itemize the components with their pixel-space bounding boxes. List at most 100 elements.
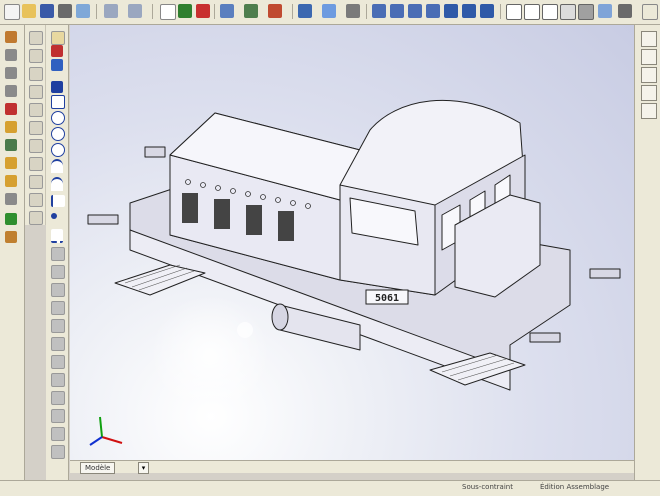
fillet-icon[interactable] [29,139,43,153]
circular-pattern-icon[interactable] [51,373,65,387]
mirror-sketch-icon[interactable] [51,337,65,351]
file-explorer-icon[interactable] [641,67,657,83]
sketch-text-icon[interactable] [51,445,65,459]
move-entities-icon[interactable] [51,391,65,405]
loft-icon[interactable] [29,103,43,117]
sketch-ellipse-icon[interactable] [51,127,65,141]
hidden-lines-removed-icon[interactable] [542,4,558,20]
measure-icon[interactable] [346,4,360,18]
reference-geometry-icon[interactable] [5,213,17,225]
perspective-icon[interactable] [618,4,632,18]
standard-views-icon[interactable] [322,4,336,18]
rotate-icon[interactable] [444,4,458,18]
view-palette-icon[interactable] [641,103,657,119]
move-component-icon[interactable] [5,67,17,79]
rotate-entities-icon[interactable] [51,409,65,423]
pan-icon[interactable] [462,4,476,18]
tab-scroll-arrow[interactable]: ▾ [138,462,149,474]
sketch-line-icon[interactable] [51,81,63,93]
chamfer-icon[interactable] [29,157,43,171]
resources-icon[interactable] [641,31,657,47]
mirror-icon[interactable] [29,211,43,225]
open-file-icon[interactable] [22,4,36,18]
shaded-edges-icon[interactable] [560,4,576,20]
rotate-component-icon[interactable] [5,85,17,97]
sweep-icon[interactable] [29,85,43,99]
sketch-rectangle-icon[interactable] [51,95,65,109]
extrude-icon[interactable] [29,49,43,63]
smart-dimension-icon[interactable] [51,45,63,57]
mate-icon[interactable] [5,49,17,61]
wireframe-icon[interactable] [506,4,522,20]
sketch-point-icon[interactable] [51,213,57,219]
relations-icon[interactable] [51,59,63,71]
view-orientation-icon[interactable] [298,4,312,18]
model-tab-bar: Modèle ▾ [70,460,634,474]
interference-icon[interactable] [5,103,17,115]
edit-component-icon[interactable] [5,231,17,243]
convert-entities-icon[interactable] [51,283,65,297]
smart-fasteners-icon[interactable] [5,175,17,187]
zoom-in-out-icon[interactable] [408,4,422,18]
print-preview-icon[interactable] [76,4,90,18]
pattern-icon[interactable] [29,193,43,207]
zoom-selection-icon[interactable] [426,4,440,18]
status-right: Édition Assemblage [540,483,610,491]
fillet-sketch-icon[interactable] [51,247,65,261]
select-icon[interactable] [160,4,176,20]
offset-entities-icon[interactable] [51,265,65,279]
new-file-icon[interactable] [4,4,20,20]
feature-icon[interactable] [5,157,17,169]
status-left: Sous-contraint [462,483,513,491]
separator [214,4,215,19]
graphics-viewport[interactable]: 5061 [70,25,634,460]
separator [96,4,97,19]
cut-icon[interactable] [29,121,43,135]
vent-2 [214,199,230,229]
design-library-icon[interactable] [641,49,657,65]
sketch-polygon-icon[interactable] [51,143,65,157]
rebuild-icon[interactable] [178,4,192,18]
shell-icon[interactable] [29,175,43,189]
extend-icon[interactable] [51,319,65,333]
zoom-area-icon[interactable] [390,4,404,18]
assembly-feature-icon[interactable] [5,193,17,205]
zoom-fit-icon[interactable] [372,4,386,18]
copy-entities-icon[interactable] [51,427,65,441]
lens-flare [150,295,270,415]
toolbar-overflow-icon[interactable] [642,4,658,20]
undo-icon[interactable] [104,4,118,18]
sketch-arc-icon[interactable] [51,159,63,173]
sketch-tangent-arc-icon[interactable] [51,177,63,191]
redo-icon[interactable] [128,4,142,18]
smart-mate-icon[interactable] [244,4,258,18]
explode-icon[interactable] [5,121,17,133]
print-icon[interactable] [58,4,72,18]
linear-pattern-icon[interactable] [51,355,65,369]
revolve-icon[interactable] [29,67,43,81]
sketch-icon[interactable] [51,31,65,45]
sketch-icon[interactable] [29,31,43,45]
hide-show-icon[interactable] [5,139,17,151]
insert-component-icon[interactable] [268,4,282,18]
trim-icon[interactable] [51,301,65,315]
locomotive-model[interactable]: 5061 [70,25,634,460]
tab-model[interactable]: Modèle [80,462,116,474]
vent-4 [278,211,294,241]
sketch-circle-icon[interactable] [51,111,65,125]
sketch-spline-icon[interactable] [51,195,65,207]
separator [292,4,293,19]
lens-flare-dot [237,322,253,338]
options-icon[interactable] [220,4,234,18]
shaded-icon[interactable] [578,4,594,20]
section-view-icon[interactable] [598,4,612,18]
features-toolbar [25,25,46,225]
roll-view-icon[interactable] [480,4,494,18]
hidden-lines-visible-icon[interactable] [524,4,540,20]
insert-component-icon[interactable] [5,31,17,43]
centerline-icon[interactable] [51,229,63,243]
save-icon[interactable] [40,4,54,18]
traffic-light-icon[interactable] [196,4,210,18]
buffer-rear-left [529,332,561,343]
search-icon[interactable] [641,85,657,101]
